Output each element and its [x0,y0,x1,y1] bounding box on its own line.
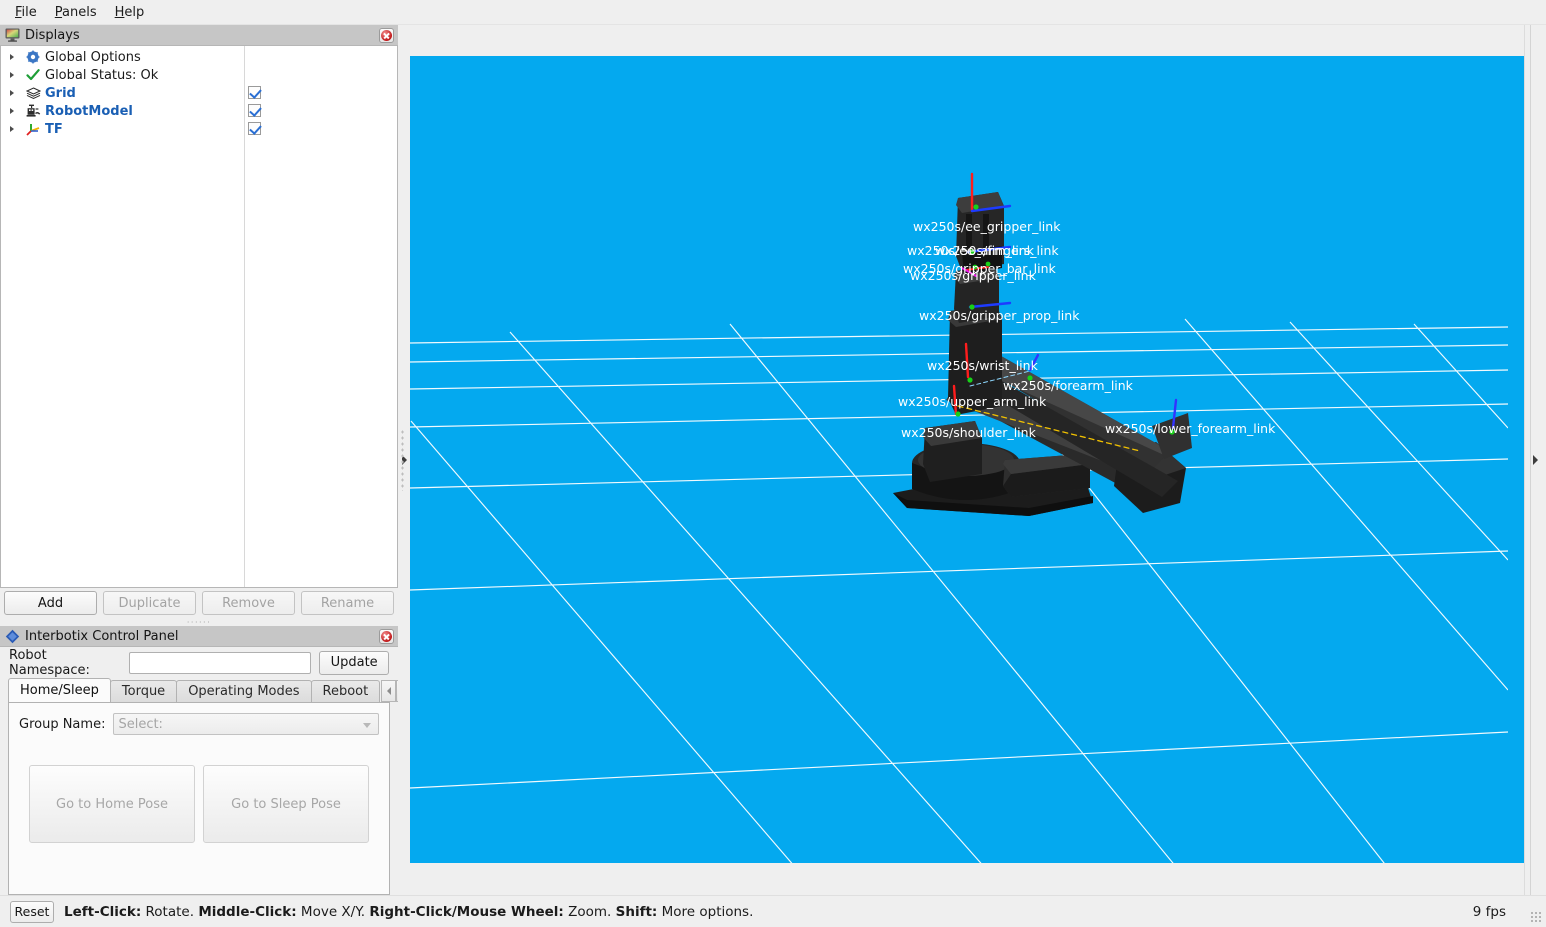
displays-button-row: Add Duplicate Remove Rename [0,588,398,619]
tree-row-global-status[interactable]: Global Status: Ok [1,66,397,84]
collapse-right-panel-icon[interactable] [1533,455,1538,465]
tab-reboot[interactable]: Reboot [310,680,381,702]
control-panel-close-button[interactable] [379,629,394,644]
expander-icon[interactable] [1,90,23,96]
group-name-label: Group Name: [19,716,106,732]
group-name-select[interactable]: Select: [113,713,379,735]
menu-file[interactable]: File [6,2,46,23]
splitter-grip [401,429,404,491]
robot-namespace-input[interactable] [129,651,312,674]
grid-icon [23,87,43,99]
tree-row-tf[interactable]: TF [1,120,397,138]
status-bar: Reset Left-Click: Rotate. Middle-Click: … [0,895,1546,927]
hint-middle-click-label: Middle-Click: [198,903,297,920]
robot-namespace-row: Robot Namespace: Update [0,647,398,678]
tree-row-robotmodel[interactable]: RobotModel [1,102,397,120]
tree-label: Global Status: Ok [45,67,159,83]
tree-label: Global Options [45,49,141,65]
3d-render-canvas[interactable]: wx250s/ee_gripper_link wx250s/ee_arm_lin… [410,56,1524,863]
group-name-row: Group Name: Select: [19,713,379,735]
hint-shift-text: More options. [657,903,754,920]
hint-left-click-text: Rotate. [141,903,195,920]
control-panel-tabbar: Home/Sleep Torque Operating Modes Reboot [8,678,412,702]
grid-visibility-checkbox[interactable] [248,86,261,99]
rviz-window: File Panels Help Displays Global Options… [0,0,1546,927]
tree-label: TF [45,121,63,137]
rename-display-button[interactable]: Rename [301,591,394,615]
hint-shift-label: Shift: [615,903,658,920]
hint-left-click-label: Left-Click: [64,903,142,920]
reset-view-button[interactable]: Reset [10,900,54,923]
scene-svg [410,56,1508,863]
window-size-grip[interactable] [1530,911,1543,924]
hint-middle-click-text: Move X/Y. [296,903,366,920]
robot-namespace-label: Robot Namespace: [9,647,90,678]
tree-row-grid[interactable]: Grid [1,84,397,102]
chevron-down-icon [363,723,371,728]
tf-visibility-checkbox[interactable] [248,122,261,135]
remove-display-button[interactable]: Remove [202,591,295,615]
control-panel-title-bar: Interbotix Control Panel [0,626,398,647]
go-to-sleep-pose-button[interactable]: Go to Sleep Pose [203,765,369,843]
tab-torque[interactable]: Torque [109,680,178,702]
control-panel-body: Robot Namespace: Update Home/Sleep Torqu… [0,647,412,895]
displays-title-bar: Displays [0,25,398,46]
control-panel-tabbar-wrap: Home/Sleep Torque Operating Modes Reboot [8,678,412,702]
main-split: Displays Global Options Global Status: O… [0,25,1546,895]
tab-operating-modes[interactable]: Operating Modes [176,680,312,702]
menubar: File Panels Help [0,0,1546,25]
pose-button-row: Go to Home Pose Go to Sleep Pose [19,765,379,843]
expander-icon[interactable] [1,126,23,132]
displays-tree-panel[interactable]: Global Options Global Status: Ok Grid Ro… [0,46,398,588]
control-panel-title: Interbotix Control Panel [25,628,179,644]
expander-icon[interactable] [1,72,23,78]
expander-icon[interactable] [1,108,23,114]
tree-label: Grid [45,85,76,101]
menu-panels[interactable]: Panels [46,2,106,23]
gear-icon [23,50,43,64]
mouse-hints: Left-Click: Rotate. Middle-Click: Move X… [64,904,753,920]
menu-help[interactable]: Help [106,2,154,23]
render-view-container: wx250s/ee_gripper_link wx250s/ee_arm_lin… [410,25,1524,895]
tree-row-global-options[interactable]: Global Options [1,48,397,66]
chevron-left-icon[interactable] [381,680,397,702]
left-dock-splitter[interactable] [398,25,410,895]
robotmodel-visibility-checkbox[interactable] [248,104,261,117]
tab-home-sleep[interactable]: Home/Sleep [8,678,111,702]
interbotix-control-panel: Interbotix Control Panel Robot Namespace… [0,626,412,895]
duplicate-display-button[interactable]: Duplicate [103,591,196,615]
add-display-button[interactable]: Add [4,591,97,615]
displays-close-button[interactable] [379,28,394,43]
tree-label: RobotModel [45,103,133,119]
hint-right-click-label: Right-Click/Mouse Wheel: [369,903,564,920]
expander-icon[interactable] [1,54,23,60]
right-dock-splitter[interactable] [1524,25,1546,895]
check-icon [23,68,43,82]
monitor-icon [5,28,20,43]
displays-tree: Global Options Global Status: Ok Grid Ro… [1,46,397,138]
tf-axes-icon [23,122,43,136]
update-namespace-button[interactable]: Update [319,650,389,675]
displays-title: Displays [25,27,80,43]
splitter-edge [1530,25,1531,895]
group-name-value: Select: [118,716,163,732]
robot-icon [23,104,43,118]
left-dock-column: Displays Global Options Global Status: O… [0,25,412,895]
dock-resize-handle[interactable]: ······ [0,619,398,627]
go-to-home-pose-button[interactable]: Go to Home Pose [29,765,195,843]
diamond-icon [5,629,20,644]
hint-right-click-text: Zoom. [563,903,612,920]
home-sleep-tab-panel: Group Name: Select: Go to Home Pose Go t… [8,702,390,895]
